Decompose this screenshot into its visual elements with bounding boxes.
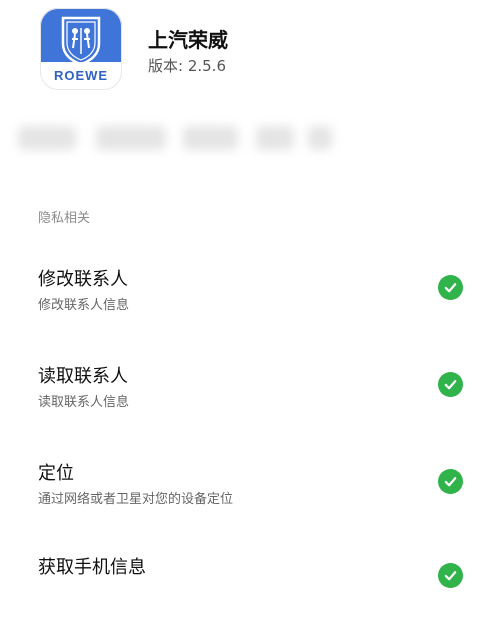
permission-description: 通过网络或者卫星对您的设备定位: [38, 492, 234, 507]
check-icon[interactable]: [438, 372, 463, 397]
permission-item[interactable]: 定位 通过网络或者卫星对您的设备定位: [0, 459, 500, 539]
app-version: 版本: 2.5.6: [148, 57, 226, 75]
section-title: 隐私相关: [38, 211, 91, 226]
blurred-region: [18, 118, 334, 160]
permission-description: 读取联系人信息: [38, 395, 130, 410]
permission-description: 修改联系人信息: [38, 298, 130, 313]
check-icon[interactable]: [438, 563, 463, 588]
permission-item[interactable]: 修改联系人 修改联系人信息: [0, 265, 500, 345]
app-name: 上汽荣威: [148, 28, 228, 52]
permission-title: 获取手机信息: [38, 557, 146, 578]
check-icon[interactable]: [438, 275, 463, 300]
app-header: ROEWE 上汽荣威 版本: 2.5.6: [40, 8, 480, 93]
roewe-emblem-icon: [61, 16, 101, 66]
app-icon-brand: ROEWE: [53, 68, 109, 83]
permission-title: 读取联系人: [38, 366, 128, 387]
check-icon[interactable]: [438, 469, 463, 494]
permission-title: 修改联系人: [38, 269, 128, 290]
app-icon: ROEWE: [40, 8, 122, 90]
permission-title: 定位: [38, 463, 74, 484]
permission-item[interactable]: 读取联系人 读取联系人信息: [0, 362, 500, 442]
permission-item[interactable]: 获取手机信息: [0, 553, 500, 633]
